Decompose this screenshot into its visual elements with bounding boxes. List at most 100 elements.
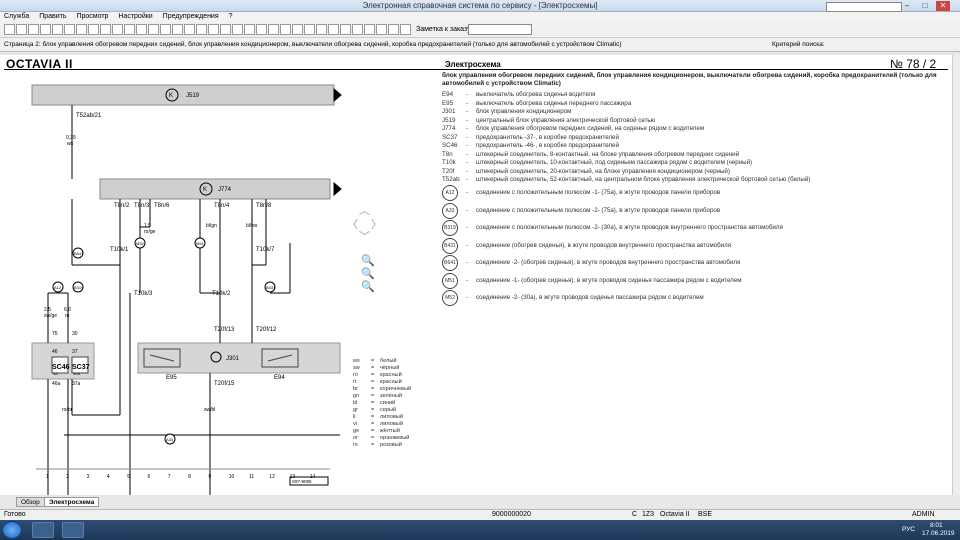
vertical-scrollbar[interactable] — [952, 55, 960, 495]
status-engine: BSE — [698, 511, 713, 518]
toolbar-button-icon[interactable] — [148, 24, 159, 35]
toolbar-button-icon[interactable] — [232, 24, 243, 35]
toolbar-button-icon[interactable] — [220, 24, 231, 35]
pan-up-button[interactable]: ︿ — [359, 202, 370, 218]
pan-right-button[interactable]: 〉 — [371, 216, 382, 232]
color-name: синий — [380, 400, 396, 406]
pan-down-button[interactable]: ﹀ — [359, 228, 370, 244]
toolbar-button-icon[interactable] — [16, 24, 27, 35]
label-b319: B319 — [74, 285, 84, 290]
toolbar-button-icon[interactable] — [280, 24, 291, 35]
start-button[interactable] — [2, 521, 22, 539]
path-text: Страница 2: блок управления обогревом пе… — [4, 41, 622, 48]
toolbar-button-icon[interactable] — [376, 24, 387, 35]
label-t20f13: T20f/13 — [214, 327, 235, 333]
ground-text: соединение (обогрев сиденья), в жгуте пр… — [476, 241, 732, 249]
color-name: красный — [380, 372, 402, 378]
toolbar-button-icon[interactable] — [124, 24, 135, 35]
zoom-out-icon[interactable]: 🔍 — [361, 267, 375, 280]
toolbar-button-icon[interactable] — [208, 24, 219, 35]
color-name: белый — [380, 358, 397, 364]
wire-color: sw/bl — [204, 407, 215, 413]
ground-code: A12 — [442, 185, 458, 201]
toolbar-button-icon[interactable] — [400, 24, 411, 35]
toolbar-button-icon[interactable] — [328, 24, 339, 35]
legend-dash: - — [466, 276, 469, 284]
color-name: чёрный — [380, 365, 400, 371]
toolbar-button-icon[interactable] — [340, 24, 351, 35]
toolbar-button-icon[interactable] — [364, 24, 375, 35]
column-number: 13 — [290, 474, 296, 480]
menu-settings[interactable]: Настройки — [118, 13, 152, 20]
explorer-icon[interactable] — [32, 522, 54, 538]
legend-dash: - — [466, 142, 469, 149]
toolbar-button-icon[interactable] — [172, 24, 183, 35]
color-eq: = — [371, 414, 375, 420]
color-code: gr — [353, 407, 358, 413]
legend-text: штекерный соединитель, 52-контактный, на… — [476, 176, 811, 183]
toolbar-button-icon[interactable] — [268, 24, 279, 35]
ground-text: соединение -2- (обогрев сиденья), в жгут… — [476, 259, 741, 266]
legend-code: SC46 — [442, 142, 458, 149]
toolbar-button-icon[interactable] — [4, 24, 15, 35]
toolbar-button-icon[interactable] — [304, 24, 315, 35]
status-model: Octavia II — [660, 511, 690, 518]
legend-text: выключатель обогрева сиденья водителя — [476, 91, 596, 98]
menu-service[interactable]: Служба — [4, 13, 29, 20]
color-code: ws — [353, 358, 360, 364]
legend-dash: - — [466, 125, 469, 132]
toolbar-button-icon[interactable] — [88, 24, 99, 35]
menu-edit[interactable]: Править — [39, 13, 66, 20]
tab-electrical-scheme[interactable]: Электросхема — [44, 497, 100, 507]
color-name: лиловый — [380, 421, 403, 427]
toolbar-button-icon[interactable] — [196, 24, 207, 35]
order-note-input[interactable] — [468, 24, 532, 35]
toolbar-button-icon[interactable] — [316, 24, 327, 35]
color-code: ro — [353, 372, 358, 378]
k-mark: K — [203, 187, 207, 193]
column-number: 1 — [46, 474, 49, 480]
toolbar-button-icon[interactable] — [28, 24, 39, 35]
column-number: 9 — [208, 474, 211, 480]
toolbar-button-icon[interactable] — [40, 24, 51, 35]
search-label: Критерий поиска: — [772, 41, 825, 48]
terminal-37a: 37a — [72, 381, 81, 387]
zoom-fit-icon[interactable]: 🔍 — [361, 280, 375, 293]
toolbar-button-icon[interactable] — [388, 24, 399, 35]
close-button[interactable]: ✕ — [936, 1, 950, 11]
toolbar-button-icon[interactable] — [76, 24, 87, 35]
pan-left-button[interactable]: 〈 — [347, 216, 358, 232]
ground-text: соединение с положительным полюсом -2- (… — [476, 206, 721, 214]
language-indicator[interactable]: РУС — [902, 526, 915, 533]
toolbar-button-icon[interactable] — [292, 24, 303, 35]
legend-code: J519 — [442, 116, 456, 124]
legend-dash: - — [466, 206, 469, 214]
menu-help[interactable]: ? — [229, 13, 233, 20]
toolbar-button-icon[interactable] — [256, 24, 267, 35]
label-t20f12: T20f/12 — [256, 327, 277, 333]
toolbar-button-icon[interactable] — [136, 24, 147, 35]
legend-code: E95 — [442, 99, 454, 107]
toolbar-button-icon[interactable] — [352, 24, 363, 35]
color-name: красный — [380, 379, 402, 385]
maximize-button[interactable]: □ — [918, 1, 932, 11]
minimize-button[interactable]: – — [900, 1, 914, 11]
app-icon[interactable] — [62, 522, 84, 538]
menu-view[interactable]: Просмотр — [76, 13, 108, 20]
tab-overview[interactable]: Обзор — [16, 497, 45, 507]
path-bar: Страница 2: блок управления обогревом пе… — [0, 38, 960, 52]
label-t10k1: T10k/1 — [110, 247, 129, 253]
toolbar-button-icon[interactable] — [64, 24, 75, 35]
toolbar-button-icon[interactable] — [160, 24, 171, 35]
toolbar-button-icon[interactable] — [100, 24, 111, 35]
toolbar-button-icon[interactable] — [244, 24, 255, 35]
zoom-in-icon[interactable]: 🔍 — [361, 254, 375, 267]
toolbar-button-icon[interactable] — [184, 24, 195, 35]
color-eq: = — [371, 400, 375, 406]
toolbar-button-icon[interactable] — [112, 24, 123, 35]
document-view[interactable]: OCTAVIA II Электросхема № 78 / 2 K J519 … — [0, 55, 952, 495]
clock-time: 8:01 — [930, 522, 943, 529]
search-criteria-input[interactable] — [826, 2, 902, 12]
toolbar-button-icon[interactable] — [52, 24, 63, 35]
menu-warnings[interactable]: Предупреждения — [163, 13, 219, 20]
